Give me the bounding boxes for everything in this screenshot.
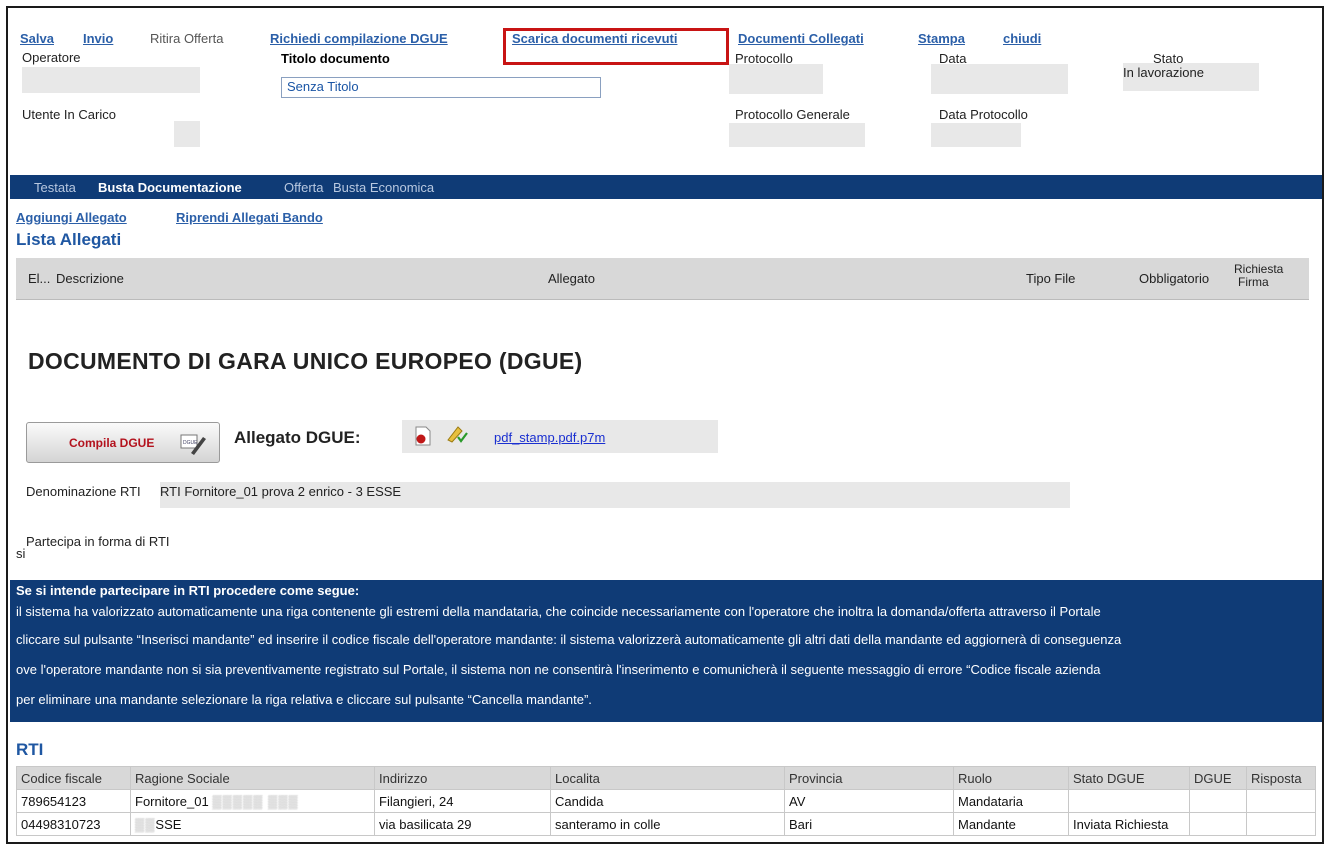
allegato-dgue-field: pdf_stamp.pdf.p7m	[402, 420, 718, 453]
tab-busta-documentazione[interactable]: Busta Documentazione	[98, 180, 242, 195]
denominazione-field: RTI Fornitore_01 prova 2 enrico - 3 ESSE	[160, 482, 1070, 508]
stato-field: In lavorazione	[1123, 63, 1259, 91]
stato-value: In lavorazione	[1123, 65, 1204, 80]
tab-offerta[interactable]: Offerta	[284, 180, 324, 195]
cell-dgue	[1189, 789, 1247, 813]
cell-localita: Candida	[550, 789, 785, 813]
compila-dgue-button[interactable]: Compila DGUE DGUE	[26, 422, 220, 463]
col-allegato: Allegato	[548, 271, 595, 286]
tab-bar: Testata Busta Documentazione Offerta Bus…	[10, 175, 1322, 199]
verify-signature-icon[interactable]	[446, 424, 468, 444]
rti-table-header: Codice fiscale Ragione Sociale Indirizzo…	[16, 766, 1316, 790]
col-richiesta: Richiesta	[1234, 262, 1284, 276]
titolo-input[interactable]: Senza Titolo	[281, 77, 601, 98]
col-obbligatorio: Obbligatorio	[1139, 271, 1210, 286]
chiudi-button[interactable]: chiudi	[1003, 31, 1041, 46]
col-firma: Firma	[1238, 275, 1269, 289]
rti-instructions-panel: Se si intende partecipare in RTI procede…	[10, 580, 1322, 722]
data-field	[931, 64, 1068, 94]
cell-risposta	[1246, 789, 1316, 813]
cell-provincia: Bari	[784, 812, 954, 836]
dgue-title: DOCUMENTO DI GARA UNICO EUROPEO (DGUE)	[28, 348, 583, 374]
partecipa-value: si	[16, 546, 26, 561]
tab-testata[interactable]: Testata	[34, 180, 76, 195]
invio-button[interactable]: Invio	[83, 31, 113, 46]
col-el: El...	[28, 271, 51, 286]
data-protocollo-field	[931, 123, 1021, 147]
signed-file-icon	[415, 426, 431, 446]
rti-table: Codice fiscale Ragione Sociale Indirizzo…	[16, 766, 1316, 836]
col-codice-fiscale: Codice fiscale	[16, 766, 131, 790]
operatore-field	[22, 67, 200, 93]
rti-instructions-heading: Se si intende partecipare in RTI procede…	[16, 583, 360, 598]
denominazione-label: Denominazione RTI	[26, 484, 141, 499]
col-indirizzo: Indirizzo	[374, 766, 551, 790]
cell-risposta	[1246, 812, 1316, 836]
ritira-offerta-button[interactable]: Ritira Offerta	[150, 31, 223, 46]
highlight-box	[503, 28, 729, 65]
svg-text:DGUE: DGUE	[183, 440, 198, 446]
dgue-document-icon: DGUE	[180, 434, 206, 455]
stampa-button[interactable]: Stampa	[918, 31, 965, 46]
table-row[interactable]: 04498310723 ▒▒SSE via basilicata 29 sant…	[16, 812, 1316, 836]
cell-provincia: AV	[784, 789, 954, 813]
ragione-sociale-text: Fornitore_01	[135, 793, 209, 809]
col-provincia: Provincia	[784, 766, 954, 790]
operatore-label: Operatore	[22, 50, 81, 65]
cell-ruolo: Mandante	[953, 812, 1069, 836]
cell-indirizzo: Filangieri, 24	[374, 789, 551, 813]
cell-stato-dgue: Inviata Richiesta	[1068, 812, 1190, 836]
partecipa-label: Partecipa in forma di RTI	[26, 534, 170, 549]
col-descrizione: Descrizione	[56, 271, 124, 286]
cell-codice-fiscale: 04498310723	[16, 812, 131, 836]
data-protocollo-label: Data Protocollo	[939, 107, 1028, 122]
col-stato-dgue: Stato DGUE	[1068, 766, 1190, 790]
protocollo-generale-field	[729, 123, 865, 147]
document-window: Salva Invio Ritira Offerta Richiedi comp…	[6, 6, 1324, 844]
cell-ruolo: Mandataria	[953, 789, 1069, 813]
allegati-table-header: El... Descrizione Allegato Tipo File Obb…	[16, 258, 1309, 300]
documenti-collegati-button[interactable]: Documenti Collegati	[738, 31, 864, 46]
cell-codice-fiscale: 789654123	[16, 789, 131, 813]
rti-instruction-line: cliccare sul pulsante “Inserisci mandant…	[16, 632, 1122, 647]
col-ruolo: Ruolo	[953, 766, 1069, 790]
utente-label: Utente In Carico	[22, 107, 116, 122]
col-ragione-sociale: Ragione Sociale	[130, 766, 375, 790]
denominazione-value: RTI Fornitore_01 prova 2 enrico - 3 ESSE	[160, 484, 402, 499]
allegato-dgue-label: Allegato DGUE:	[234, 428, 361, 447]
salva-button[interactable]: Salva	[20, 31, 54, 46]
col-dgue: DGUE	[1189, 766, 1247, 790]
col-risposta: Risposta	[1246, 766, 1316, 790]
utente-field	[174, 121, 200, 147]
cell-indirizzo: via basilicata 29	[374, 812, 551, 836]
table-row[interactable]: 789654123 Fornitore_01 ▒▒▒▒▒ ▒▒▒ Filangi…	[16, 789, 1316, 813]
rti-instruction-line: per eliminare una mandante selezionare l…	[16, 692, 592, 707]
tab-busta-economica[interactable]: Busta Economica	[333, 180, 434, 195]
redacted-text: ▒▒▒▒▒ ▒▒▒	[212, 793, 299, 809]
dgue-file-link[interactable]: pdf_stamp.pdf.p7m	[494, 430, 605, 445]
rti-title: RTI	[16, 740, 44, 759]
cell-ragione-sociale: Fornitore_01 ▒▒▒▒▒ ▒▒▒	[130, 789, 375, 813]
rti-instruction-line: il sistema ha valorizzato automaticament…	[16, 604, 1101, 619]
rti-instruction-line: ove l'operatore mandante non si sia prev…	[16, 662, 1101, 677]
cell-stato-dgue	[1068, 789, 1190, 813]
redacted-text: ▒▒	[135, 816, 156, 832]
protocollo-generale-label: Protocollo Generale	[735, 107, 850, 122]
cell-ragione-sociale: ▒▒SSE	[130, 812, 375, 836]
titolo-label: Titolo documento	[281, 51, 390, 66]
lista-allegati-title: Lista Allegati	[16, 230, 122, 249]
compila-dgue-label: Compila DGUE	[69, 436, 155, 450]
protocollo-field	[729, 64, 823, 94]
aggiungi-allegato-link[interactable]: Aggiungi Allegato	[16, 210, 127, 225]
ragione-sociale-text: SSE	[155, 816, 182, 832]
col-tipo-file: Tipo File	[1026, 271, 1076, 286]
col-localita: Localita	[550, 766, 785, 790]
riprendi-allegati-link[interactable]: Riprendi Allegati Bando	[176, 210, 323, 225]
cell-dgue	[1189, 812, 1247, 836]
cell-localita: santeramo in colle	[550, 812, 785, 836]
richiedi-dgue-button[interactable]: Richiedi compilazione DGUE	[270, 31, 448, 46]
